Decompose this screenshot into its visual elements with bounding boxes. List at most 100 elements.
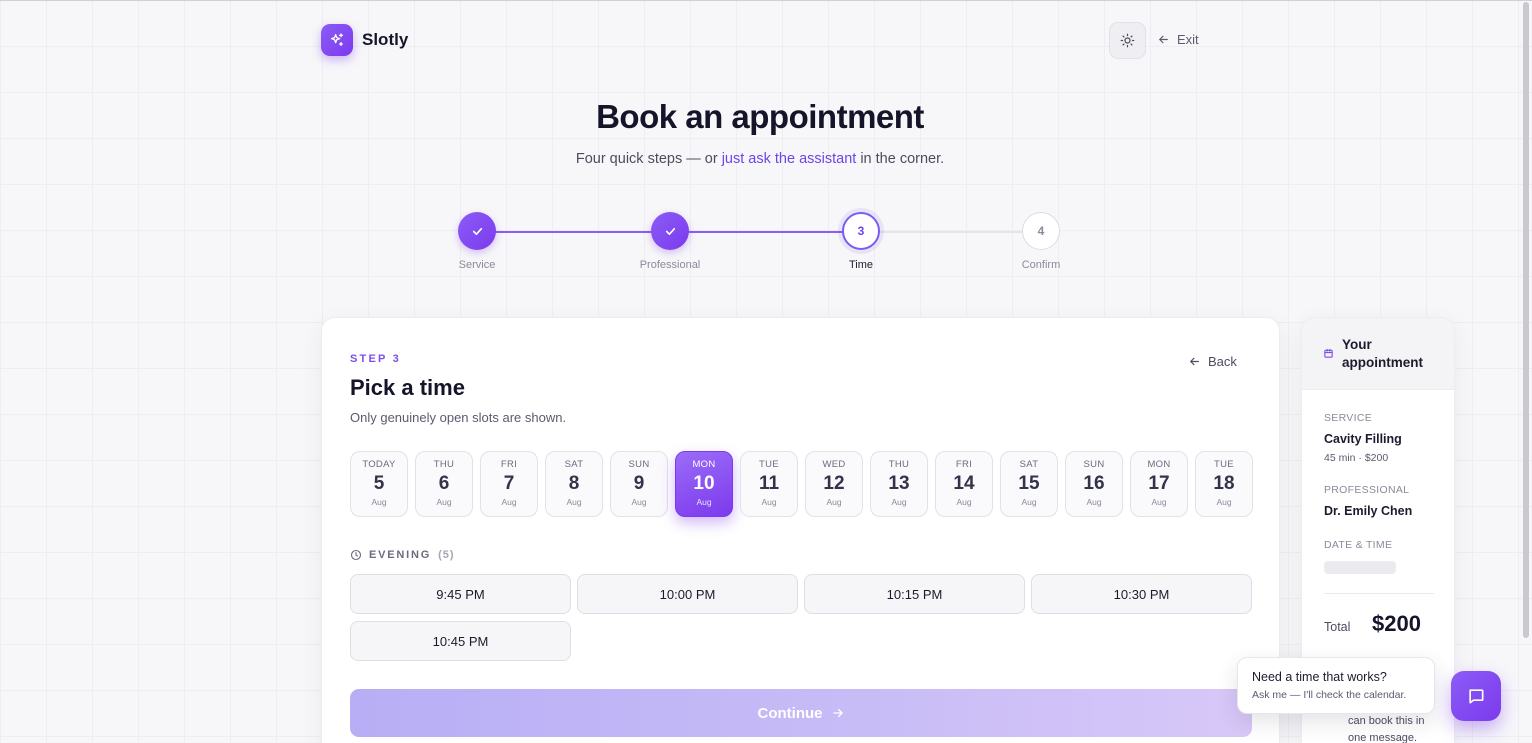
page-scrollbar[interactable] [1523,2,1529,638]
date-month: Aug [891,497,907,507]
summary-header: Your appointment [1302,318,1454,390]
summary-footnote: can book this in one message. [1348,713,1424,743]
subtitle-text-before: Four quick steps — or [575,151,722,167]
service-value: Cavity Filling [1324,432,1402,446]
total-label: Total [1324,620,1351,634]
section-count: (5) [438,549,455,561]
date-day: 6 [438,473,450,494]
step-professional[interactable]: Professional [620,212,720,271]
date-weekday: THU [888,459,910,470]
date-weekday: SUN [628,459,650,470]
step-circle: 4 [1022,212,1060,250]
date-chip[interactable]: FRI 7 Aug [480,451,538,517]
service-label: SERVICE [1324,412,1373,424]
date-chip[interactable]: SUN 16 Aug [1065,451,1123,517]
exit-link[interactable]: Exit [1157,32,1199,47]
date-chip[interactable]: MON 17 Aug [1130,451,1188,517]
date-weekday: FRI [500,459,518,470]
date-weekday: WED [822,459,846,470]
date-picker: TODAY 5 Aug THU 6 Aug FRI 7 Aug SAT 8 Aug SUN 9 Au… [350,451,1253,517]
date-chip-selected[interactable]: MON 10 Aug [675,451,733,517]
back-label: Back [1208,354,1237,369]
time-slot-button[interactable]: 10:30 PM [1031,574,1252,614]
assistant-prompt-bubble[interactable]: Need a time that works? Ask me — I'll ch… [1237,657,1435,714]
date-chip[interactable]: THU 6 Aug [415,451,473,517]
professional-label: PROFESSIONAL [1324,484,1410,496]
subtitle-text-after: in the corner. [856,151,945,167]
bubble-title: Need a time that works? [1252,670,1387,684]
card-title: Pick a time [350,375,465,400]
date-chip[interactable]: TUE 11 Aug [740,451,798,517]
arrow-left-icon [1159,35,1168,44]
date-day: 16 [1083,473,1105,494]
date-weekday: TODAY [362,459,396,470]
date-month: Aug [826,497,842,507]
theme-toggle-button[interactable] [1109,22,1146,59]
date-month: Aug [956,497,972,507]
date-month: Aug [1216,497,1232,507]
check-icon [665,227,675,235]
date-day: 14 [953,473,975,494]
date-day: 17 [1148,473,1170,494]
section-label: EVENING [369,549,432,561]
summary-divider [1324,593,1434,594]
brand[interactable]: Slotly [321,24,408,56]
date-day: 12 [823,473,845,494]
time-slot-button[interactable]: 9:45 PM [350,574,571,614]
chat-icon [1469,689,1484,704]
continue-label: Continue [757,704,823,722]
date-chip[interactable]: SAT 15 Aug [1000,451,1058,517]
datetime-placeholder [1324,561,1396,574]
date-weekday: MON [692,459,716,470]
date-month: Aug [1151,497,1167,507]
continue-button[interactable]: Continue [350,689,1252,737]
date-month: Aug [371,497,387,507]
date-chip[interactable]: TODAY 5 Aug [350,451,408,517]
page-subtitle: Four quick steps — or just ask the assis… [0,151,1520,167]
pick-time-card: STEP 3 Pick a time Only genuinely open s… [321,317,1280,743]
sun-icon [1120,33,1135,48]
time-slot-button[interactable]: 10:45 PM [350,621,571,661]
date-chip[interactable]: WED 12 Aug [805,451,863,517]
step-circle: 3 [842,212,880,250]
date-month: Aug [631,497,647,507]
arrow-right-icon [832,708,843,718]
date-chip[interactable]: FRI 14 Aug [935,451,993,517]
date-weekday: FRI [955,459,973,470]
step-time[interactable]: 3 Time [811,212,911,271]
chat-assistant-button[interactable] [1451,671,1501,721]
date-month: Aug [501,497,517,507]
progress-stepper: Service Professional 3 Time 4 Confirm [0,212,1532,282]
check-icon [472,227,482,235]
calendar-icon [1324,348,1333,358]
date-weekday: TUE [1214,459,1234,470]
date-chip[interactable]: TUE 18 Aug [1195,451,1253,517]
date-chip[interactable]: THU 13 Aug [870,451,928,517]
date-chip[interactable]: SAT 8 Aug [545,451,603,517]
datetime-label: DATE & TIME [1324,539,1393,551]
step-label: Service [458,259,496,271]
date-month: Aug [761,497,777,507]
date-month: Aug [696,497,712,507]
clock-icon [350,549,362,561]
date-day: 7 [503,473,515,494]
step-confirm: 4 Confirm [991,212,1091,271]
summary-title: Your appointment [1342,336,1423,372]
date-chip[interactable]: SUN 9 Aug [610,451,668,517]
time-slot-button[interactable]: 10:00 PM [577,574,798,614]
time-slot-grid: 9:45 PM 10:00 PM 10:15 PM 10:30 PM 10:45… [350,574,1252,661]
ask-assistant-link[interactable]: just ask the assistant [722,151,857,167]
page-title: Book an appointment [596,98,924,135]
date-day: 10 [693,473,715,494]
evening-section-header: EVENING (5) [350,549,455,561]
step-service[interactable]: Service [427,212,527,271]
time-slot-button[interactable]: 10:15 PM [804,574,1025,614]
date-weekday: SAT [564,459,584,470]
date-day: 15 [1018,473,1040,494]
sparkles-icon [321,24,353,56]
bubble-subtitle: Ask me — I'll check the calendar. [1252,689,1407,701]
date-month: Aug [566,497,582,507]
footnote-line: can book this in [1348,715,1425,727]
date-weekday: THU [433,459,455,470]
back-button[interactable]: Back [1188,354,1237,369]
